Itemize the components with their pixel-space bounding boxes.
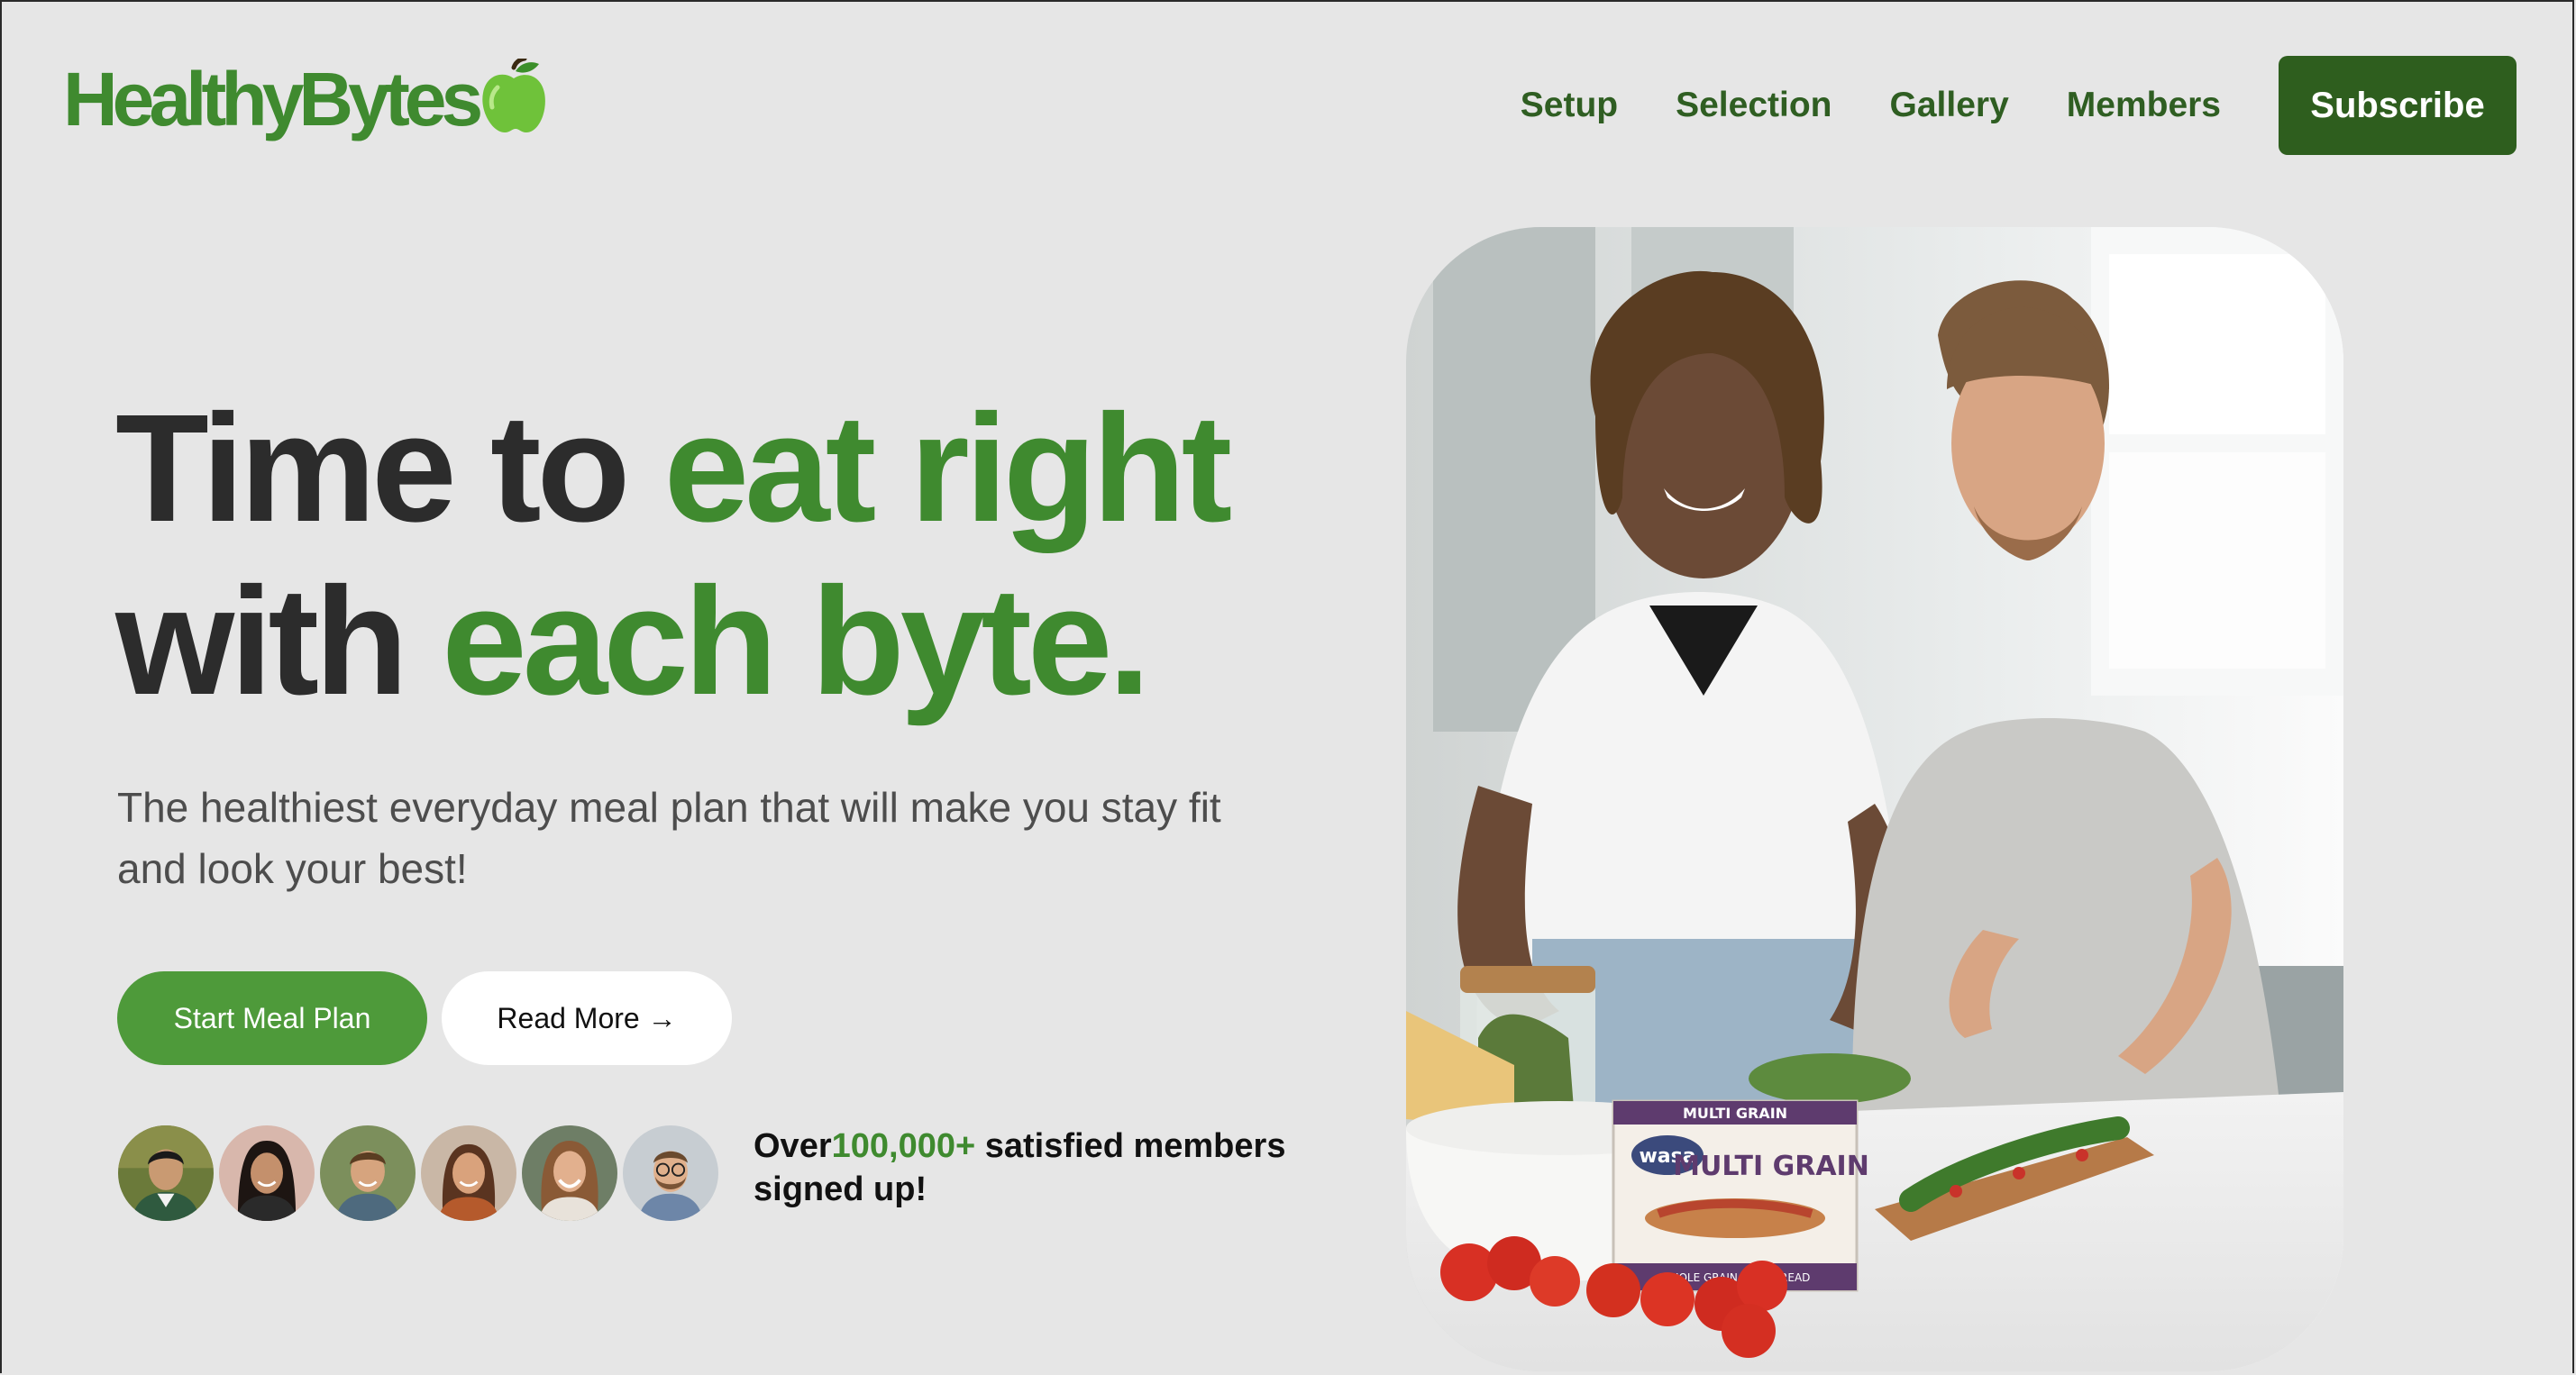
nav-link-gallery[interactable]: Gallery <box>1890 86 2009 125</box>
hero-photo: wasa MULTI GRAIN MULTI GRAIN WHOLE GRAIN… <box>1406 227 2343 1371</box>
read-more-button[interactable]: Read More → <box>442 971 732 1065</box>
package-top-label: MULTI GRAIN <box>1683 1105 1787 1122</box>
green-apple-icon <box>482 59 546 132</box>
avatar <box>519 1123 620 1224</box>
hero-headline: Time to eat right with each byte. <box>115 382 1233 728</box>
avatar <box>418 1123 519 1224</box>
avatar <box>216 1123 317 1224</box>
avatar <box>620 1123 721 1224</box>
headline-line1-dark: Time to <box>115 383 664 554</box>
brand-logo[interactable]: HealthyBytes <box>63 57 548 141</box>
members-count: 100,000+ <box>831 1127 976 1165</box>
crispbread-package: wasa MULTI GRAIN MULTI GRAIN WHOLE GRAIN… <box>1612 1099 1869 1292</box>
start-meal-plan-button[interactable]: Start Meal Plan <box>117 971 427 1065</box>
member-avatars <box>115 1123 721 1224</box>
hero-subheading: The healthiest everyday meal plan that w… <box>117 784 1221 892</box>
nav-link-selection[interactable]: Selection <box>1676 86 1832 125</box>
main-nav: Setup Selection Gallery Members Subscrib… <box>1521 56 2517 155</box>
nav-link-members[interactable]: Members <box>2067 86 2221 125</box>
package-label: MULTI GRAIN <box>1673 1151 1869 1182</box>
headline-line2-green: each byte. <box>442 556 1150 727</box>
brand-name: HealthyBytes <box>63 57 483 141</box>
nav-link-setup[interactable]: Setup <box>1521 86 1618 125</box>
subscribe-button[interactable]: Subscribe <box>2279 56 2517 155</box>
avatar <box>115 1123 216 1224</box>
members-count-text: Over100,000+ satisfied members signed up… <box>754 1127 1286 1208</box>
headline-line2-dark: with <box>115 556 443 727</box>
avatar <box>317 1123 418 1224</box>
headline-line1-green: eat right <box>663 383 1233 554</box>
